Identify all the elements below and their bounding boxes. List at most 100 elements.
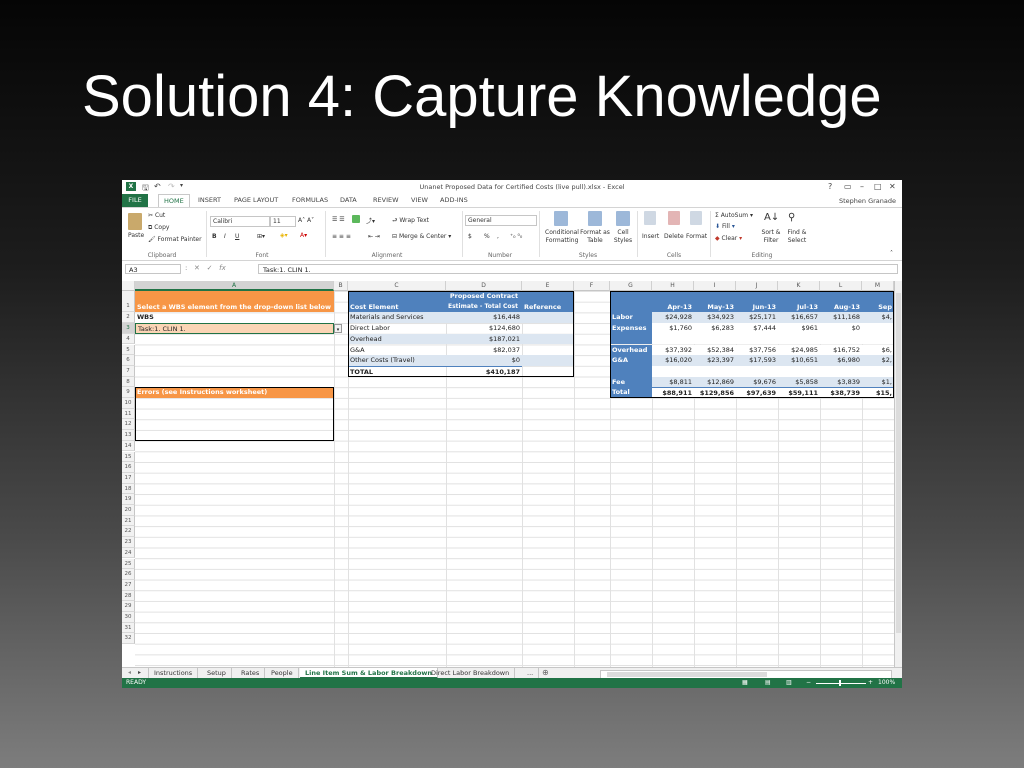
tab-review[interactable]: REVIEW xyxy=(373,196,399,204)
row-header-30[interactable]: 30 xyxy=(122,612,135,623)
row-header-5[interactable]: 5 xyxy=(122,344,135,356)
tab-insert[interactable]: INSERT xyxy=(198,196,221,204)
orientation-icon[interactable]: ⤴▾ xyxy=(366,216,375,225)
col-header-e[interactable]: E xyxy=(522,281,574,291)
row-header-19[interactable]: 19 xyxy=(122,494,135,505)
decimal-icon[interactable]: ⁺₀ ⁰₀ xyxy=(510,233,522,240)
col-header-d[interactable]: D xyxy=(446,281,522,291)
delete-button[interactable]: Delete xyxy=(664,233,684,240)
qat-customize-icon[interactable]: ▾ xyxy=(180,182,183,189)
row-header-3[interactable]: 3 xyxy=(122,323,135,334)
fill-button[interactable]: ⬇ Fill ▾ xyxy=(715,223,735,230)
fill-color-icon[interactable]: ◈▾ xyxy=(280,232,288,239)
dropdown-arrow-icon[interactable]: ▾ xyxy=(334,323,342,334)
select-all-corner[interactable] xyxy=(122,281,135,291)
row-header-18[interactable]: 18 xyxy=(122,483,135,495)
row-header-15[interactable]: 15 xyxy=(122,451,135,463)
vertical-scrollbar[interactable] xyxy=(894,281,902,667)
row-header-13[interactable]: 13 xyxy=(122,430,135,441)
user-name[interactable]: Stephen Granade xyxy=(839,197,896,205)
row-header-2[interactable]: 2 xyxy=(122,312,135,324)
tab-data[interactable]: DATA xyxy=(340,196,357,204)
row-header-6[interactable]: 6 xyxy=(122,355,135,366)
row-header-31[interactable]: 31 xyxy=(122,622,135,634)
font-name-dropdown[interactable]: Calibri xyxy=(210,216,270,227)
tab-add-ins[interactable]: ADD-INS xyxy=(440,196,468,204)
row-header-9[interactable]: 9 xyxy=(122,387,135,398)
col-header-m[interactable]: M xyxy=(862,281,894,291)
row-header-17[interactable]: 17 xyxy=(122,472,135,484)
row-header-21[interactable]: 21 xyxy=(122,515,135,527)
row-header-23[interactable]: 23 xyxy=(122,537,135,548)
merge-center-button[interactable]: ⊟ Merge & Center ▾ xyxy=(392,233,451,240)
row-header-27[interactable]: 27 xyxy=(122,579,135,591)
bold-button[interactable]: B xyxy=(212,233,217,240)
close-button[interactable]: ✕ xyxy=(889,182,896,191)
wrap-text-button[interactable]: ⮐ Wrap Text xyxy=(392,216,429,226)
row-header-29[interactable]: 29 xyxy=(122,601,135,612)
percent-button[interactable]: % xyxy=(484,233,490,240)
paste-icon[interactable] xyxy=(128,213,142,230)
col-header-c[interactable]: C xyxy=(348,281,446,291)
zoom-level[interactable]: 100% xyxy=(878,678,895,688)
col-header-f[interactable]: F xyxy=(574,281,610,291)
row-header-16[interactable]: 16 xyxy=(122,462,135,473)
grow-font-icon[interactable]: A˄ A˅ xyxy=(298,217,314,224)
row-header-22[interactable]: 22 xyxy=(122,526,135,538)
minimize-button[interactable]: – xyxy=(860,182,864,191)
sort-filter-button[interactable]: Sort & Filter xyxy=(760,229,782,245)
formula-input[interactable]: Task:1. CLIN 1. xyxy=(258,264,898,274)
next-sheet-icon[interactable]: ▸ xyxy=(138,669,141,676)
comma-button[interactable]: , xyxy=(497,233,499,240)
zoom-slider-thumb[interactable] xyxy=(839,680,841,686)
font-size-dropdown[interactable]: 11 xyxy=(270,216,296,227)
undo-icon[interactable]: ↶ xyxy=(154,182,161,191)
col-header-i[interactable]: I xyxy=(694,281,736,291)
help-button[interactable]: ? xyxy=(828,182,832,191)
row-header-11[interactable]: 11 xyxy=(122,408,135,420)
tab-page-layout[interactable]: PAGE LAYOUT xyxy=(234,196,278,204)
row-header-12[interactable]: 12 xyxy=(122,419,135,431)
name-box[interactable]: A3 xyxy=(125,264,181,274)
row-header-4[interactable]: 4 xyxy=(122,333,135,345)
add-sheet-icon[interactable]: ⊕ xyxy=(542,668,549,677)
col-header-b[interactable]: B xyxy=(334,281,348,291)
find-select-button[interactable]: Find & Select xyxy=(784,229,810,245)
conditional-formatting-icon[interactable] xyxy=(554,211,568,226)
tab-view[interactable]: VIEW xyxy=(411,196,428,204)
cell-a3[interactable]: Task:1. CLIN 1. xyxy=(135,323,334,334)
format-cells-icon[interactable] xyxy=(690,211,702,225)
font-color-icon[interactable]: A▾ xyxy=(300,232,307,239)
format-button[interactable]: Format xyxy=(686,233,707,240)
insert-cells-icon[interactable] xyxy=(644,211,656,225)
clear-button[interactable]: ◆ Clear ▾ xyxy=(715,235,742,242)
top-align-icon[interactable]: ☰ ☰ xyxy=(332,216,345,223)
underline-button[interactable]: U xyxy=(235,233,239,240)
row-header-24[interactable]: 24 xyxy=(122,547,135,559)
cut-button[interactable]: ✂ Cut xyxy=(148,212,165,219)
tab-formulas[interactable]: FORMULAS xyxy=(292,196,328,204)
format-painter-button[interactable]: 🖌 Format Painter xyxy=(148,236,202,243)
vertical-scrollbar-thumb[interactable] xyxy=(896,293,901,633)
copy-button[interactable]: ⧉ Copy xyxy=(148,224,169,232)
sort-filter-icon[interactable]: A↓ xyxy=(764,212,779,223)
find-select-icon[interactable]: ⚲ xyxy=(788,212,795,223)
row-header-28[interactable]: 28 xyxy=(122,590,135,602)
col-header-j[interactable]: J xyxy=(736,281,778,291)
redo-icon[interactable]: ↷ xyxy=(168,182,175,191)
cell-a1[interactable]: Select a WBS element from the drop-down … xyxy=(135,301,334,313)
row-header-8[interactable]: 8 xyxy=(122,376,135,388)
italic-button[interactable]: I xyxy=(224,233,226,240)
tab-file[interactable]: FILE xyxy=(122,194,148,207)
row-header-32[interactable]: 32 xyxy=(122,633,135,645)
tab-home[interactable]: HOME xyxy=(158,194,190,208)
conditional-formatting-button[interactable]: Conditional Formatting xyxy=(542,229,582,245)
zoom-out-icon[interactable]: − xyxy=(806,678,811,688)
row-header-10[interactable]: 10 xyxy=(122,398,135,409)
zoom-slider[interactable] xyxy=(816,683,866,684)
insert-button[interactable]: Insert xyxy=(642,233,659,240)
ribbon-display-button[interactable]: ▭ xyxy=(844,182,852,191)
row-header-25[interactable]: 25 xyxy=(122,558,135,570)
number-format-dropdown[interactable]: General xyxy=(465,215,537,226)
col-header-a[interactable]: A xyxy=(135,281,334,291)
